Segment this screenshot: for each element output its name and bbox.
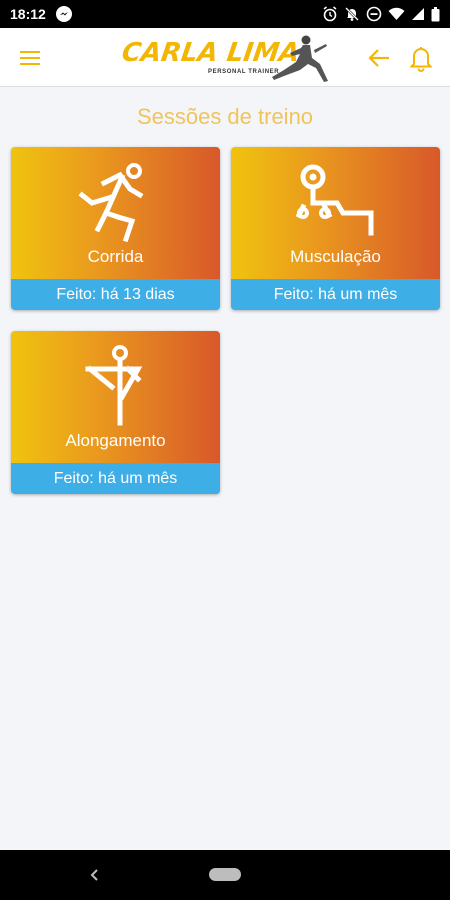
dnd-icon — [366, 6, 382, 22]
system-back-button[interactable] — [84, 864, 104, 886]
session-card-alongamento[interactable]: Alongamento Feito: há um mês — [11, 331, 220, 494]
back-button[interactable] — [362, 41, 396, 75]
signal-icon — [412, 8, 424, 20]
status-time: 18:12 — [10, 6, 46, 22]
alarm-icon — [323, 6, 337, 22]
bell-icon — [410, 47, 432, 72]
system-home-button[interactable] — [209, 868, 241, 881]
session-last-done: Feito: há um mês — [231, 279, 440, 310]
menu-button[interactable] — [14, 42, 46, 74]
session-card-corrida[interactable]: Corrida Feito: há 13 dias — [11, 147, 220, 310]
chevron-left-icon — [90, 869, 98, 881]
status-icons — [322, 6, 440, 22]
session-label: Musculação — [290, 247, 381, 266]
wifi-icon — [388, 7, 405, 20]
mute-icon — [345, 7, 359, 21]
status-bar: 18:12 — [0, 0, 450, 28]
system-navigation-bar — [0, 850, 450, 900]
brand-logo: CARLA LIMA PERSONAL TRAINER — [120, 32, 332, 84]
weightlifting-icon — [295, 164, 373, 236]
menu-icon — [20, 51, 40, 65]
running-icon — [77, 163, 143, 243]
trainer-silhouette-icon — [272, 35, 328, 82]
stretching-icon — [85, 345, 142, 426]
session-last-done: Feito: há um mês — [11, 463, 220, 494]
session-last-done: Feito: há 13 dias — [11, 279, 220, 310]
session-label: Alongamento — [65, 431, 166, 450]
app-bar: CARLA LIMA PERSONAL TRAINER — [0, 28, 450, 87]
messenger-icon — [55, 6, 72, 22]
notifications-button[interactable] — [404, 40, 438, 76]
logo-subtitle: PERSONAL TRAINER — [208, 69, 280, 75]
session-card-musculacao[interactable]: Musculação Feito: há um mês — [231, 147, 440, 310]
page-title: Sessões de treino — [136, 104, 314, 129]
session-label: Corrida — [87, 247, 144, 266]
back-arrow-icon — [368, 49, 389, 67]
battery-icon — [431, 6, 440, 21]
